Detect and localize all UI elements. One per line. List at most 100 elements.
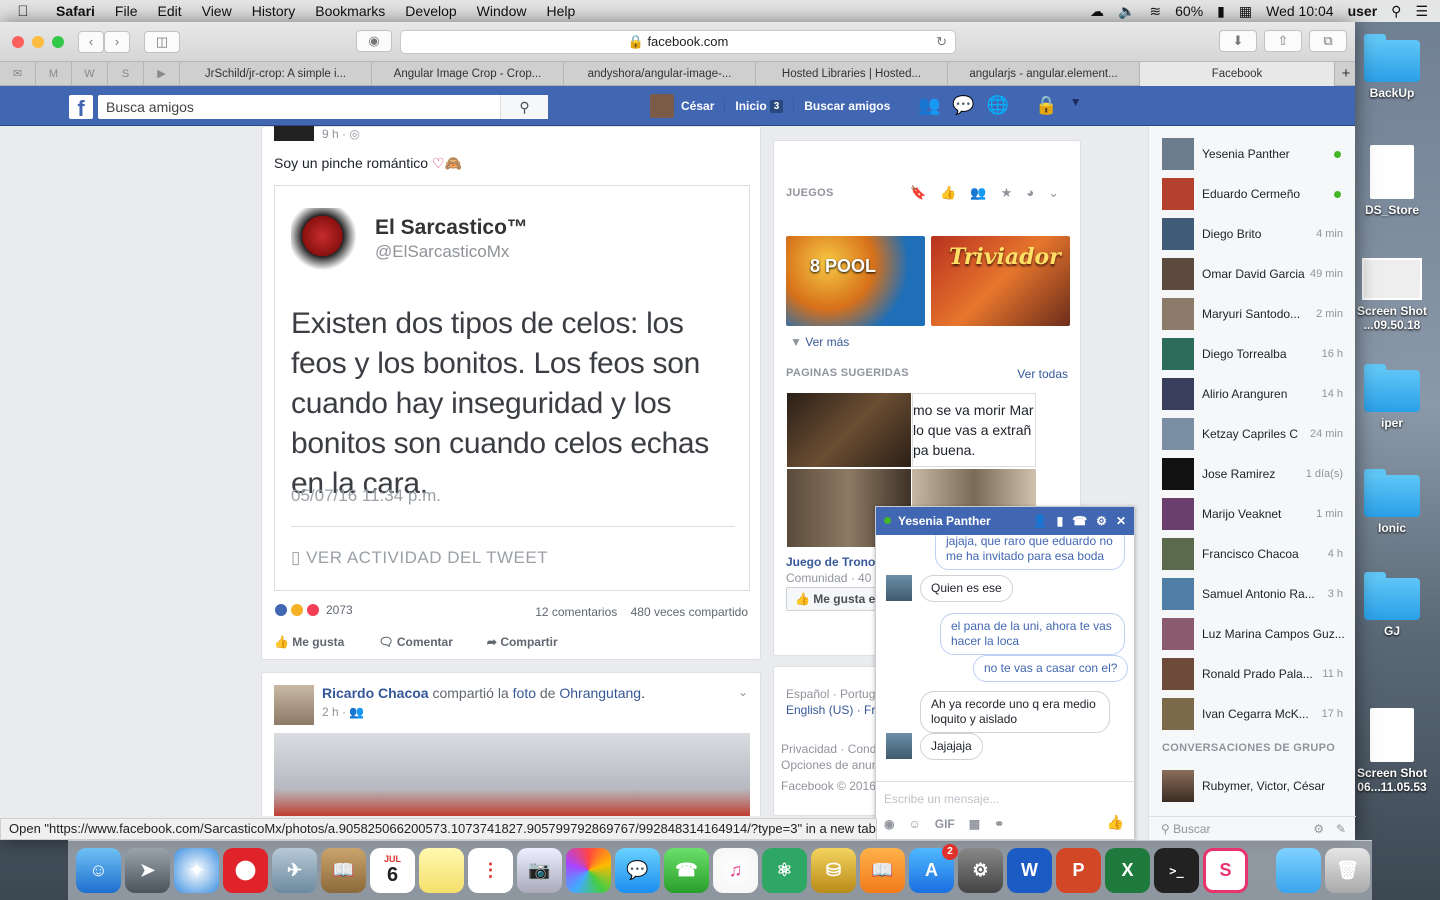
tweet-image[interactable]: El Sarcastico™ @ElSarcasticoMx Existen d…: [274, 185, 750, 591]
safari-icon[interactable]: ✦: [174, 848, 219, 893]
address-bar[interactable]: 🔒 facebook.com ↻: [400, 30, 956, 54]
downloads-folder-icon[interactable]: [1276, 848, 1321, 893]
profile-avatar[interactable]: [650, 94, 674, 118]
reload-icon[interactable]: ↻: [936, 31, 947, 53]
star-icon[interactable]: ★: [1001, 185, 1013, 201]
pinned-tab-mail[interactable]: ✉: [0, 62, 36, 86]
chat-window-header[interactable]: Yesenia Panther 👤 ▮ ☎ ⚙ ✕: [876, 507, 1134, 535]
thumbs-up-send-icon[interactable]: 👍: [1107, 814, 1124, 831]
pinned-tab-3[interactable]: S: [108, 62, 144, 86]
calendar-icon[interactable]: ▦: [1239, 3, 1252, 20]
post-timestamp[interactable]: 9 h · ◎: [322, 127, 360, 141]
menu-develop[interactable]: Develop: [395, 3, 466, 19]
close-icon[interactable]: ✕: [1116, 507, 1126, 535]
apple-icon[interactable]: : [0, 3, 46, 20]
menu-view[interactable]: View: [192, 3, 242, 19]
reactions-summary[interactable]: 2073: [274, 603, 353, 617]
post-source-link[interactable]: Ohrangutang: [559, 685, 641, 701]
trash-icon[interactable]: 🗑: [1325, 848, 1370, 893]
post-photo[interactable]: [274, 733, 750, 816]
chat-search-input[interactable]: ⚲ Buscar ⚙ ✎: [1149, 816, 1356, 840]
suggested-page-image-2[interactable]: mo se va morir Mar lo que vas a extrañ p…: [912, 393, 1036, 467]
ibooks-icon[interactable]: 📖: [860, 848, 905, 893]
desktop-folder-backup[interactable]: BackUp: [1352, 34, 1432, 100]
account-menu-chevron-icon[interactable]: ▼: [1070, 95, 1082, 116]
battery-icon[interactable]: ▮: [1217, 3, 1225, 20]
back-button[interactable]: ‹: [78, 30, 104, 53]
video-call-icon[interactable]: ▮: [1057, 507, 1064, 535]
footer-privacy-links[interactable]: Privacidad · Cond: [781, 742, 876, 756]
close-window-button[interactable]: [12, 35, 24, 48]
add-friends-icon[interactable]: 👤: [1033, 507, 1048, 535]
chat-contact[interactable]: Ivan Cegarra McK... 17 h: [1149, 694, 1356, 734]
chat-contact[interactable]: Samuel Antonio Ra... 3 h: [1149, 574, 1356, 614]
post-object-link[interactable]: foto: [513, 685, 536, 701]
home-link[interactable]: Inicio: [735, 99, 766, 113]
chat-contact[interactable]: Jose Ramirez 1 día(s): [1149, 454, 1356, 494]
pinned-tab-2[interactable]: W: [72, 62, 108, 86]
chevron-down-icon[interactable]: ⌄: [1048, 185, 1059, 201]
compose-icon[interactable]: ✎: [1336, 817, 1346, 841]
fullscreen-window-button[interactable]: [52, 35, 64, 48]
chat-contact[interactable]: Marijo Veaknet 1 min: [1149, 494, 1356, 534]
atom-icon[interactable]: ⚛: [762, 848, 807, 893]
post-options-chevron-icon[interactable]: ⌄: [738, 685, 748, 699]
suggested-page-image-1[interactable]: [787, 393, 911, 467]
notifications-icon[interactable]: 🌐: [987, 95, 1009, 116]
tab-facebook[interactable]: Facebook: [1140, 62, 1335, 86]
messages-icon[interactable]: 💬: [952, 95, 974, 116]
photos-icon[interactable]: [566, 848, 611, 893]
games-see-more-link[interactable]: ▼ Ver más: [790, 335, 849, 349]
finder-icon[interactable]: ☺: [76, 848, 121, 893]
facebook-logo-icon[interactable]: f: [69, 95, 93, 121]
chat-contact[interactable]: Ketzay Capriles C 24 min: [1149, 414, 1356, 454]
thumbs-up-icon[interactable]: 👍: [940, 185, 956, 201]
messages-icon[interactable]: 💬: [615, 848, 660, 893]
attachment-icon[interactable]: ⚭: [994, 817, 1004, 831]
menu-edit[interactable]: Edit: [147, 3, 191, 19]
new-tab-button[interactable]: +: [1335, 62, 1357, 86]
gear-icon[interactable]: ⚙: [1313, 817, 1324, 841]
battery-percent[interactable]: 60%: [1175, 3, 1203, 19]
contacts-icon[interactable]: 📖: [321, 848, 366, 893]
desktop-folder-ionic[interactable]: Ionic: [1352, 469, 1432, 535]
post-author-avatar[interactable]: [274, 126, 314, 141]
chat-contact[interactable]: Eduardo Cermeño: [1149, 174, 1356, 214]
desktop-screenshot-2[interactable]: Screen Shot 06...11.05.53: [1352, 708, 1432, 794]
word-icon[interactable]: W: [1007, 848, 1052, 893]
game-8-ball-pool[interactable]: 8 POOL: [786, 236, 925, 326]
notes-icon[interactable]: [419, 848, 464, 893]
tab-hosted-libraries[interactable]: Hosted Libraries | Hosted...: [756, 62, 948, 86]
chat-contact[interactable]: Diego Brito 4 min: [1149, 214, 1356, 254]
tab-angular-image-crop[interactable]: Angular Image Crop - Crop...: [372, 62, 564, 86]
notification-center-icon[interactable]: ☰: [1415, 3, 1428, 20]
desktop-folder-iper[interactable]: iper: [1352, 364, 1432, 430]
suggested-page-name[interactable]: Juego de Trono: [786, 555, 875, 569]
chat-contact[interactable]: Alirio Aranguren 14 h: [1149, 374, 1356, 414]
facetime-icon[interactable]: ☎: [664, 848, 709, 893]
chat-message-input[interactable]: Escribe un mensaje... ◉ ☺ GIF ▦ ⚭ 👍: [876, 781, 1134, 837]
creative-cloud-icon[interactable]: ☁: [1090, 3, 1104, 20]
excel-icon[interactable]: X: [1105, 848, 1150, 893]
friends-icon[interactable]: 👥: [970, 185, 986, 201]
camera-icon[interactable]: ◉: [884, 817, 894, 831]
chat-contact-name[interactable]: Yesenia Panther: [898, 514, 991, 528]
menu-history[interactable]: History: [242, 3, 306, 19]
reminders-icon[interactable]: ⋮: [468, 848, 513, 893]
chat-contact[interactable]: Diego Torrealba 16 h: [1149, 334, 1356, 374]
forward-button[interactable]: ›: [104, 30, 130, 53]
sublime-like-icon[interactable]: S: [1203, 848, 1248, 893]
language-links-2[interactable]: English (US) · Fr: [786, 703, 875, 717]
powerpoint-icon[interactable]: P: [1056, 848, 1101, 893]
search-button[interactable]: ⚲: [500, 95, 548, 119]
comment-button[interactable]: 🗨 Comentar: [378, 635, 453, 649]
gear-icon[interactable]: ⚙: [1096, 507, 1107, 535]
calendar-icon[interactable]: JUL 6: [370, 848, 415, 893]
desktop-folder-gj[interactable]: GJ: [1352, 572, 1432, 638]
pinned-tab-1[interactable]: M: [36, 62, 72, 86]
chat-contact[interactable]: Francisco Chacoa 4 h: [1149, 534, 1356, 574]
post-author-avatar[interactable]: [274, 685, 314, 725]
stickers-icon[interactable]: ▦: [969, 817, 980, 831]
friend-requests-icon[interactable]: 👥: [918, 95, 940, 116]
volume-icon[interactable]: 🔈: [1118, 3, 1135, 20]
